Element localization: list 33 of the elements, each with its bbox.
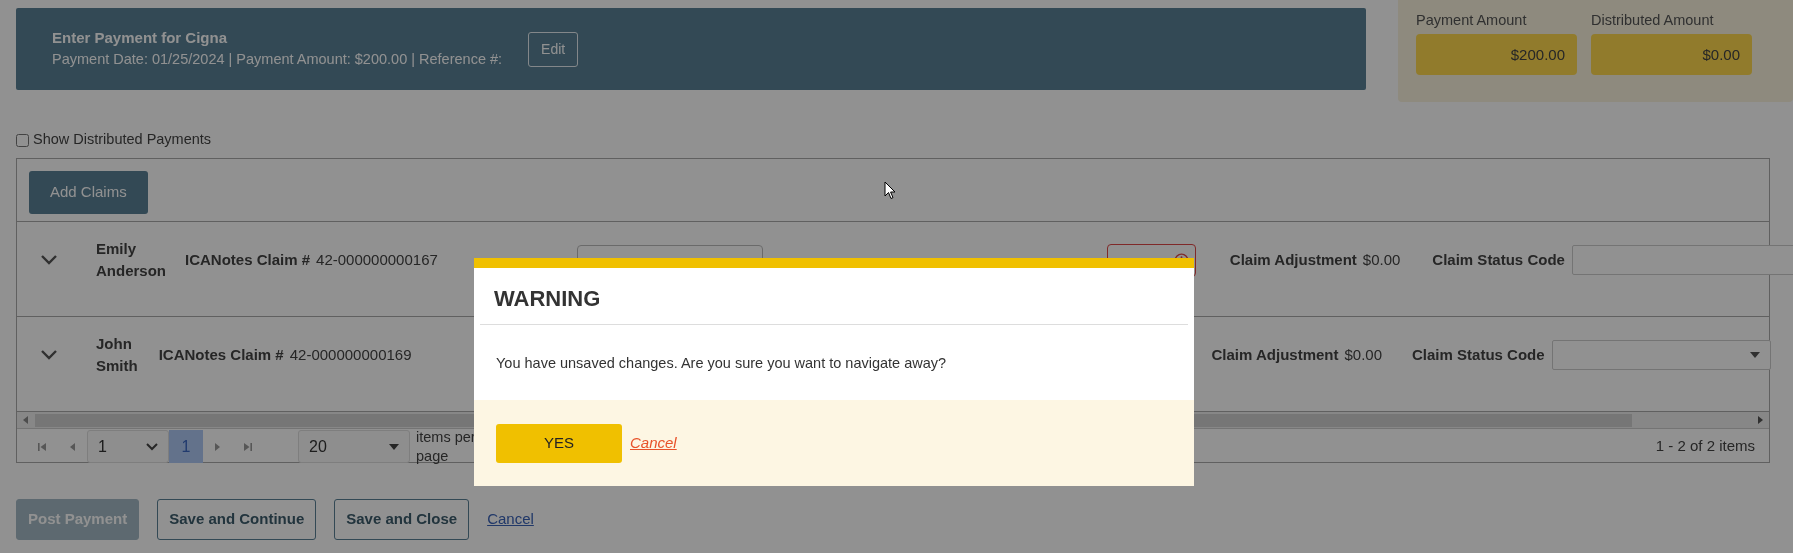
save-button[interactable]: Save and Close [334,499,470,540]
edit-button[interactable]: Edit [528,31,579,67]
header-details: Payment Date: 01/25/2024 | Payment Amount: $200.00 | Reference #: [52,50,503,70]
page-number[interactable]: 1 [169,430,203,463]
field-label: Claim Status Code [1412,344,1545,365]
field-label: Claim Status Code [1432,249,1565,270]
dialog-message: You have unsaved changes. Are you sure you want to navigate away? [495,354,948,373]
page-dropdown[interactable]: 1 [87,430,169,463]
summary-amount: $200.00 [1416,33,1577,75]
add-claims-button[interactable]: Add Claims [29,171,148,214]
page-size-label: items per page [416,427,476,466]
cancel-link[interactable]: Cancel [630,431,677,455]
field-label: ICANotes Claim # [158,344,284,365]
patient-name: John Smith [96,333,138,376]
summary-label: Payment Amount [1416,11,1528,30]
claim-number: 42-000000000167 [316,249,438,270]
dialog-title: WARNING [494,285,601,313]
field-label: ICANotes Claim # [185,249,311,270]
header-title: Enter Payment for Cigna [52,27,229,48]
patient-name: Emily Anderson [96,238,166,281]
field-label: Claim Adjustment [1229,249,1357,270]
yes-button[interactable]: YES [496,423,622,463]
pager-summary: 1 - 2 of 2 items [1655,436,1755,457]
save-button[interactable]: Save and Continue [157,499,317,540]
claim-number: 42-000000000169 [289,344,412,365]
page-size-dropdown[interactable]: 20 [298,430,410,463]
checkbox-label: Show Distributed Payments [33,130,212,150]
field-label: Claim Adjustment [1211,344,1339,365]
summary-amount: $0.00 [1591,33,1752,75]
cancel-link[interactable]: Cancel [487,508,534,531]
amount-value: $0.00 [1344,344,1383,365]
amount-value: $0.00 [1362,249,1401,270]
summary-label: Distributed Amount [1591,11,1715,30]
